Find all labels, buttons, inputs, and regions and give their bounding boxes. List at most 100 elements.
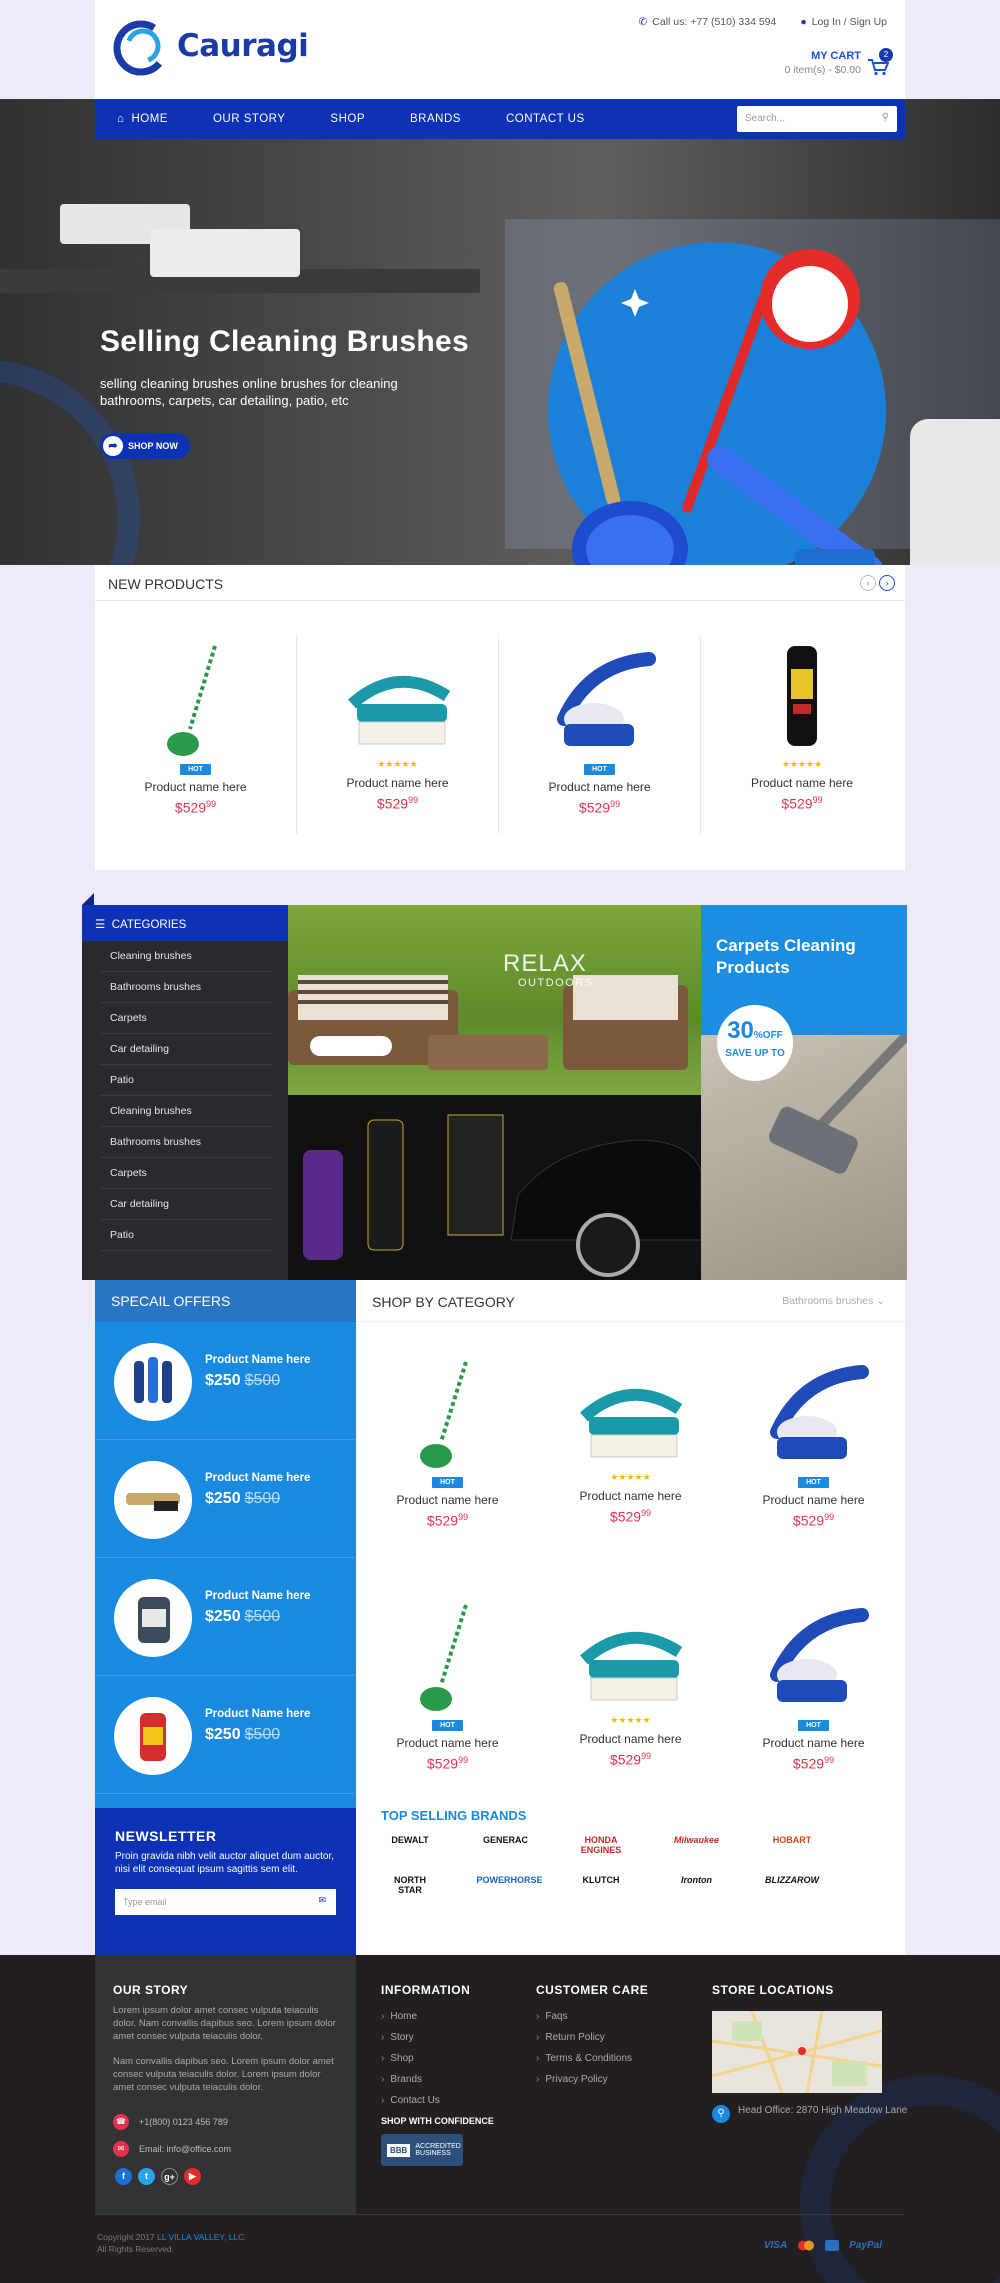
offer-item[interactable]: Product Name here $250 $500 [95,1322,356,1440]
email-icon: ✉ [113,2141,129,2157]
nav-brands[interactable]: BRANDS [410,113,461,125]
rating-stars: ★★★★★ [610,1715,651,1725]
offer-item[interactable]: Product Name here $250 $500 [95,1440,356,1558]
footer-link[interactable]: Brands [381,2074,494,2085]
twitter-icon[interactable]: t [138,2168,155,2185]
brand-logo[interactable]: GENERAC [477,1835,535,1855]
search-icon[interactable]: ⚲ [882,112,889,123]
product-name: Product name here [579,1489,682,1503]
footer-link[interactable]: Home [381,2011,494,2022]
special-offers-title: SPECAIL OFFERS [95,1280,356,1322]
dish-brush-image [557,652,656,746]
footer-link[interactable]: Shop [381,2053,494,2064]
product-card[interactable]: ★★★★★ Product name here $52999 [297,634,499,834]
brand-logo[interactable]: HONDA ENGINES [572,1835,630,1855]
brands-title: TOP SELLING BRANDS [381,1808,527,1823]
copyright: Copyright 2017 LL VILLA VALLEY, LLC. All… [97,2232,247,2254]
product-name: Product name here [750,776,854,790]
product-card[interactable]: HOT Product name here $52999 [356,1565,539,1808]
offer-item[interactable]: Product Name here $250 $500 [95,1558,356,1676]
nav-home[interactable]: ⌂ HOME [117,113,168,125]
product-card[interactable]: ★★★★★ Product name here $52999 [539,1322,722,1565]
store-map[interactable] [712,2011,882,2093]
hero-brushes-image [553,249,883,565]
nav-our-story[interactable]: OUR STORY [213,113,285,125]
footer-email[interactable]: ✉ Email: info@office.com [113,2141,338,2157]
category-item[interactable]: Bathrooms brushes [100,972,273,1003]
product-card[interactable]: HOT Product name here $52999 [722,1322,905,1565]
footer-store-locations: STORE LOCATIONS ⚲ Head Office: 2870 High … [712,1983,907,2123]
offer-item[interactable]: Product Name here $250 $500 [95,1676,356,1794]
next-arrow-icon[interactable]: › [879,575,895,591]
category-item[interactable]: Patio [100,1065,273,1096]
offer-image [114,1697,192,1775]
footer-link[interactable]: Terms & Conditions [536,2053,648,2064]
scrub-brush-image [580,1388,683,1458]
envelope-icon[interactable]: ✉ [318,1895,326,1906]
brand-logo[interactable]: KLUTCH [572,1875,630,1895]
nav-shop[interactable]: SHOP [330,113,365,125]
newsletter-title: NEWSLETTER [115,1828,217,1844]
payment-methods: VISA PayPal [764,2240,882,2251]
product-name: Product name here [396,1736,499,1750]
relax-outdoors-banner[interactable]: RELAX OUTDOORS [288,905,701,1095]
category-select[interactable]: Bathrooms brushes ⌄ [782,1295,885,1307]
product-card[interactable]: HOT Product name here $52999 [95,634,297,834]
category-item[interactable]: Cleaning brushes [100,941,273,972]
product-card[interactable]: ★★★★★ Product name here $52999 [701,634,903,834]
product-price: $52999 [426,1755,469,1772]
bbb-badge[interactable]: BBB ACCREDITED BUSINESS [381,2134,463,2166]
rating-stars: ★★★★★ [377,759,418,769]
brand-logo[interactable]: NORTH STAR [381,1875,439,1895]
car-detailing-banner[interactable] [288,1095,701,1280]
prev-arrow-icon[interactable]: ‹ [860,575,876,591]
brand-logo[interactable]: Ironton [668,1875,726,1895]
brand-logo[interactable]: HOBART [763,1835,821,1855]
hero-title: Selling Cleaning Brushes [100,325,469,358]
product-price: $52999 [609,1508,652,1525]
brand-logo[interactable]: POWERHORSE [477,1875,543,1895]
category-item[interactable]: Patio [100,1220,273,1251]
product-card[interactable]: HOT Product name here $52999 [356,1322,539,1565]
category-item[interactable]: Car detailing [100,1189,273,1220]
footer-link[interactable]: Contact Us [381,2095,494,2106]
product-price: $52999 [578,799,621,816]
category-item[interactable]: Bathrooms brushes [100,1127,273,1158]
category-item[interactable]: Car detailing [100,1034,273,1065]
product-card[interactable]: ★★★★★ Product name here $52999 [539,1565,722,1808]
footer-link[interactable]: Privacy Policy [536,2074,648,2085]
email-input[interactable]: Type email ✉ [115,1889,336,1915]
facebook-icon[interactable]: f [115,2168,132,2185]
footer-link[interactable]: Faqs [536,2011,648,2022]
company-link[interactable]: LL VILLA VALLEY, LLC. [157,2232,247,2242]
carpets-banner[interactable]: Carpets Cleaning Products 30%OFF SAVE UP… [701,905,907,1280]
category-item[interactable]: Carpets [100,1003,273,1034]
brand-logo[interactable]: DEWALT [381,1835,439,1855]
shop-now-button[interactable]: ➦ SHOP NOW [100,433,190,459]
category-item[interactable]: Cleaning brushes [100,1096,273,1127]
logo[interactable]: Cauragi [109,14,309,78]
google-plus-icon[interactable]: g+ [161,2168,178,2185]
category-item[interactable]: Carpets [100,1158,273,1189]
product-card[interactable]: HOT Product name here $52999 [499,634,701,834]
footer-link[interactable]: Story [381,2032,494,2043]
login-link[interactable]: ● Log In / Sign Up [800,16,887,28]
relax-subtitle: OUTDOORS [518,977,594,989]
youtube-icon[interactable]: ▶ [184,2168,201,2185]
hot-badge: HOT [798,1720,829,1731]
brand-logo[interactable]: Milwaukee [668,1835,726,1855]
car-products-image [303,1114,701,1277]
footer-link[interactable]: Return Policy [536,2032,648,2043]
search-input[interactable]: Search... ⚲ [737,106,897,132]
product-price: $52999 [376,795,419,812]
product-card[interactable]: HOT Product name here $52999 [722,1565,905,1808]
categories-banners-section: ☰ CATEGORIES Cleaning brushes Bathrooms … [82,893,907,1280]
hot-badge: HOT [432,1720,463,1731]
brand-logo[interactable]: BLIZZAROW [763,1875,821,1895]
banner-button[interactable] [310,1036,392,1056]
car-polish-bottle-image [787,646,817,746]
nav-contact-us[interactable]: CONTACT US [506,113,585,125]
new-products-section: NEW PRODUCTS ‹ › HOT Product name here $5… [95,565,905,870]
cart-widget[interactable]: MY CART 0 item(s) - $0.00 2 [785,48,893,76]
offer-image [114,1579,192,1657]
